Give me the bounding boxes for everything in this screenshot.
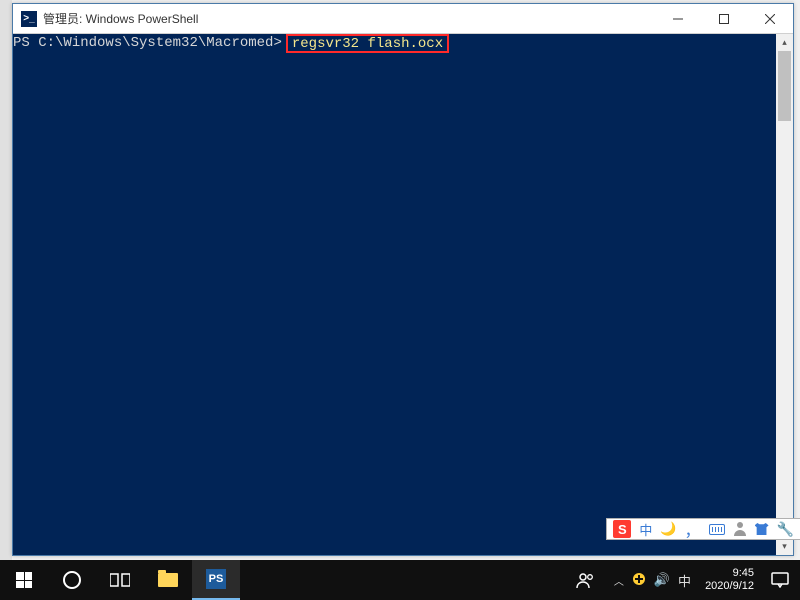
highlighted-command-box: regsvr32 flash.ocx <box>286 34 449 53</box>
minimize-icon <box>673 14 683 24</box>
taskbar: PS ︿ 🔊 中 9:45 2020/9/12 <box>0 560 800 600</box>
titlebar[interactable]: >_ 管理员: Windows PowerShell <box>13 4 793 34</box>
search-icon <box>63 571 81 589</box>
notification-icon <box>771 572 789 588</box>
ime-logo-button[interactable]: S <box>609 519 635 539</box>
ime-user-button[interactable] <box>729 519 751 539</box>
taskbar-clock[interactable]: 9:45 2020/9/12 <box>699 560 760 600</box>
vertical-scrollbar[interactable]: ▴ ▾ <box>776 34 793 555</box>
close-button[interactable] <box>747 4 793 33</box>
powershell-window: >_ 管理员: Windows PowerShell PS C:\Windows… <box>12 3 794 556</box>
defender-tray-icon[interactable] <box>632 572 646 589</box>
scroll-down-arrow-icon[interactable]: ▾ <box>776 538 793 555</box>
ime-moon-icon[interactable]: 🌙 <box>656 519 680 539</box>
powershell-icon: >_ <box>21 11 37 27</box>
keyboard-icon <box>709 524 725 535</box>
shield-plus-icon <box>632 572 646 586</box>
system-tray: ︿ 🔊 中 <box>606 560 699 600</box>
tray-overflow-button[interactable]: ︿ <box>614 573 624 588</box>
file-explorer-taskbar-button[interactable] <box>144 560 192 600</box>
command-text: regsvr32 flash.ocx <box>292 36 443 52</box>
taskview-button[interactable] <box>96 560 144 600</box>
ime-toolbar[interactable]: S 中 🌙 ， 🔧 <box>606 518 800 540</box>
tshirt-icon <box>755 523 769 535</box>
scrollbar-track[interactable] <box>776 51 793 538</box>
action-center-button[interactable] <box>760 560 800 600</box>
close-icon <box>765 14 775 24</box>
taskview-icon <box>110 572 130 588</box>
maximize-button[interactable] <box>701 4 747 33</box>
window-title: 管理员: Windows PowerShell <box>43 10 655 27</box>
prompt-suffix: > <box>273 34 281 53</box>
minimize-button[interactable] <box>655 4 701 33</box>
ime-punctuation-toggle[interactable]: ， <box>681 519 705 539</box>
clock-date: 2020/9/12 <box>705 580 754 593</box>
people-icon <box>576 571 596 589</box>
search-button[interactable] <box>48 560 96 600</box>
scrollbar-thumb[interactable] <box>778 51 791 121</box>
powershell-taskbar-button[interactable]: PS <box>192 560 240 600</box>
person-icon <box>733 522 747 536</box>
maximize-icon <box>719 14 729 24</box>
ime-skin-button[interactable] <box>751 519 773 539</box>
people-button[interactable] <box>566 560 606 600</box>
prompt-path: C:\Windows\System32\Macromed <box>38 34 273 53</box>
sogou-logo-icon: S <box>613 520 631 538</box>
powershell-taskbar-icon: PS <box>206 569 226 589</box>
clock-time: 9:45 <box>733 567 754 580</box>
ime-settings-button[interactable]: 🔧 <box>773 519 798 539</box>
volume-tray-icon[interactable]: 🔊 <box>654 572 670 588</box>
wrench-icon: 🔧 <box>777 521 794 538</box>
ime-tray-indicator[interactable]: 中 <box>678 571 691 590</box>
windows-logo-icon <box>16 572 32 588</box>
start-button[interactable] <box>0 560 48 600</box>
desktop-background-strip <box>0 0 12 560</box>
ime-lang-toggle[interactable]: 中 <box>635 519 656 539</box>
scroll-up-arrow-icon[interactable]: ▴ <box>776 34 793 51</box>
folder-icon <box>158 573 178 587</box>
ime-softkeyboard-button[interactable] <box>705 519 729 539</box>
prompt-ps: PS <box>13 34 38 53</box>
console-output[interactable]: PS C:\Windows\System32\Macromed> regsvr32… <box>13 34 776 555</box>
prompt-line: PS C:\Windows\System32\Macromed> regsvr32… <box>13 34 776 53</box>
